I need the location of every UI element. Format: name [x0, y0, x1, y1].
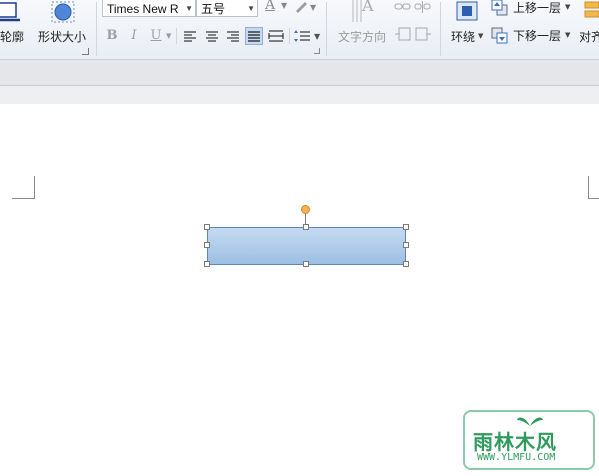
- chevron-down-icon: ▼: [565, 31, 571, 39]
- font-name-value: Times New R: [107, 2, 179, 16]
- text-direction-label: 文字方向: [338, 30, 387, 44]
- resize-handle-e[interactable]: [403, 242, 409, 248]
- ribbon-toolbar: 轮廓 形状大小 Times New R ▼ 五号 ▼ A ▼ ▼ B I U ▼: [0, 0, 599, 60]
- align-button[interactable]: 对齐: [580, 0, 599, 56]
- align-objects-icon: [584, 1, 599, 18]
- font-size-combo[interactable]: 五号 ▼: [196, 0, 258, 17]
- align-left-icon: [184, 31, 196, 42]
- font-color-icon: A: [265, 0, 276, 13]
- separator: [440, 2, 441, 56]
- underline-button[interactable]: U: [148, 28, 164, 44]
- create-link-icon[interactable]: [394, 0, 412, 14]
- watermark-logo: 雨林木风 WWW.YLMFU.COM: [463, 410, 595, 470]
- align-center-icon: [206, 31, 218, 42]
- text-box-unlink-icon[interactable]: [414, 26, 432, 42]
- line-spacing-button[interactable]: ▼: [293, 27, 323, 45]
- outline-icon: [0, 2, 20, 22]
- outline-label: 轮廓: [0, 30, 25, 44]
- svg-text:▼: ▼: [314, 32, 321, 41]
- send-backward-icon: [491, 27, 508, 44]
- align-right-button[interactable]: [224, 27, 242, 45]
- resize-handle-nw[interactable]: [204, 224, 210, 230]
- break-link-icon[interactable]: [414, 0, 432, 14]
- wrap-label: 环绕: [451, 30, 476, 44]
- justify-button[interactable]: [245, 27, 263, 45]
- chevron-down-icon: ▼: [281, 1, 288, 10]
- font-name-combo[interactable]: Times New R ▼: [102, 0, 196, 17]
- highlight-icon[interactable]: ▼: [294, 0, 320, 14]
- shape-size-icon: [51, 1, 75, 23]
- resize-handle-w[interactable]: [204, 242, 210, 248]
- text-box-link-icon[interactable]: [394, 26, 412, 42]
- chevron-down-icon: ▼: [247, 4, 255, 13]
- resize-handle-s[interactable]: [303, 261, 309, 267]
- separator: [176, 28, 177, 44]
- shape-size-label: 形状大小: [38, 30, 87, 44]
- justify-icon: [248, 31, 260, 42]
- watermark-brand: 雨林木风: [473, 430, 557, 454]
- rectangle-shape[interactable]: [207, 227, 406, 265]
- separator: [326, 2, 327, 56]
- chevron-down-icon: ▼: [185, 4, 193, 13]
- align-label: 对齐: [580, 30, 599, 44]
- separator: [96, 2, 97, 56]
- outline-button[interactable]: 轮廓: [0, 0, 24, 56]
- resize-handle-ne[interactable]: [403, 224, 409, 230]
- dialog-launcher-icon[interactable]: [82, 48, 89, 55]
- separator: [289, 28, 290, 44]
- send-backward-label: 下移一层: [513, 29, 562, 43]
- svg-text:▼: ▼: [310, 3, 317, 12]
- resize-handle-n[interactable]: [303, 224, 309, 230]
- page-corner-mark-right: [588, 176, 599, 199]
- distribute-button[interactable]: [267, 27, 285, 45]
- wrap-button[interactable]: 环绕 ▼: [447, 0, 489, 56]
- bold-button[interactable]: B: [104, 28, 120, 44]
- bring-forward-icon: [491, 0, 508, 16]
- align-right-icon: [227, 31, 239, 42]
- watermark-url: WWW.YLMFU.COM: [477, 452, 556, 463]
- font-color-button[interactable]: A ▼: [263, 0, 291, 16]
- ruler-bar: [0, 86, 599, 104]
- chevron-down-icon: ▼: [166, 32, 172, 40]
- rotation-handle[interactable]: [301, 205, 310, 214]
- distribute-icon: [268, 30, 284, 42]
- chevron-down-icon: ▼: [565, 3, 571, 11]
- text-direction-button[interactable]: A 文字方向: [334, 0, 388, 56]
- align-left-button[interactable]: [181, 27, 199, 45]
- text-direction-glyph: A: [362, 0, 374, 15]
- bring-forward-label: 上移一层: [513, 1, 562, 15]
- page-corner-mark-left: [12, 176, 35, 199]
- italic-button[interactable]: I: [126, 28, 142, 44]
- resize-handle-se[interactable]: [403, 261, 409, 267]
- bring-forward-button[interactable]: 上移一层 ▼: [491, 0, 577, 18]
- send-backward-button[interactable]: 下移一层 ▼: [491, 24, 577, 46]
- chevron-down-icon: ▼: [478, 32, 484, 40]
- wrap-icon: [456, 1, 478, 21]
- resize-handle-sw[interactable]: [204, 261, 210, 267]
- dialog-launcher-icon[interactable]: [314, 48, 320, 54]
- font-size-value: 五号: [201, 2, 226, 16]
- ribbon-bottom-bar: [0, 60, 599, 86]
- line-spacing-icon: ▼: [294, 30, 321, 42]
- align-center-button[interactable]: [203, 27, 221, 45]
